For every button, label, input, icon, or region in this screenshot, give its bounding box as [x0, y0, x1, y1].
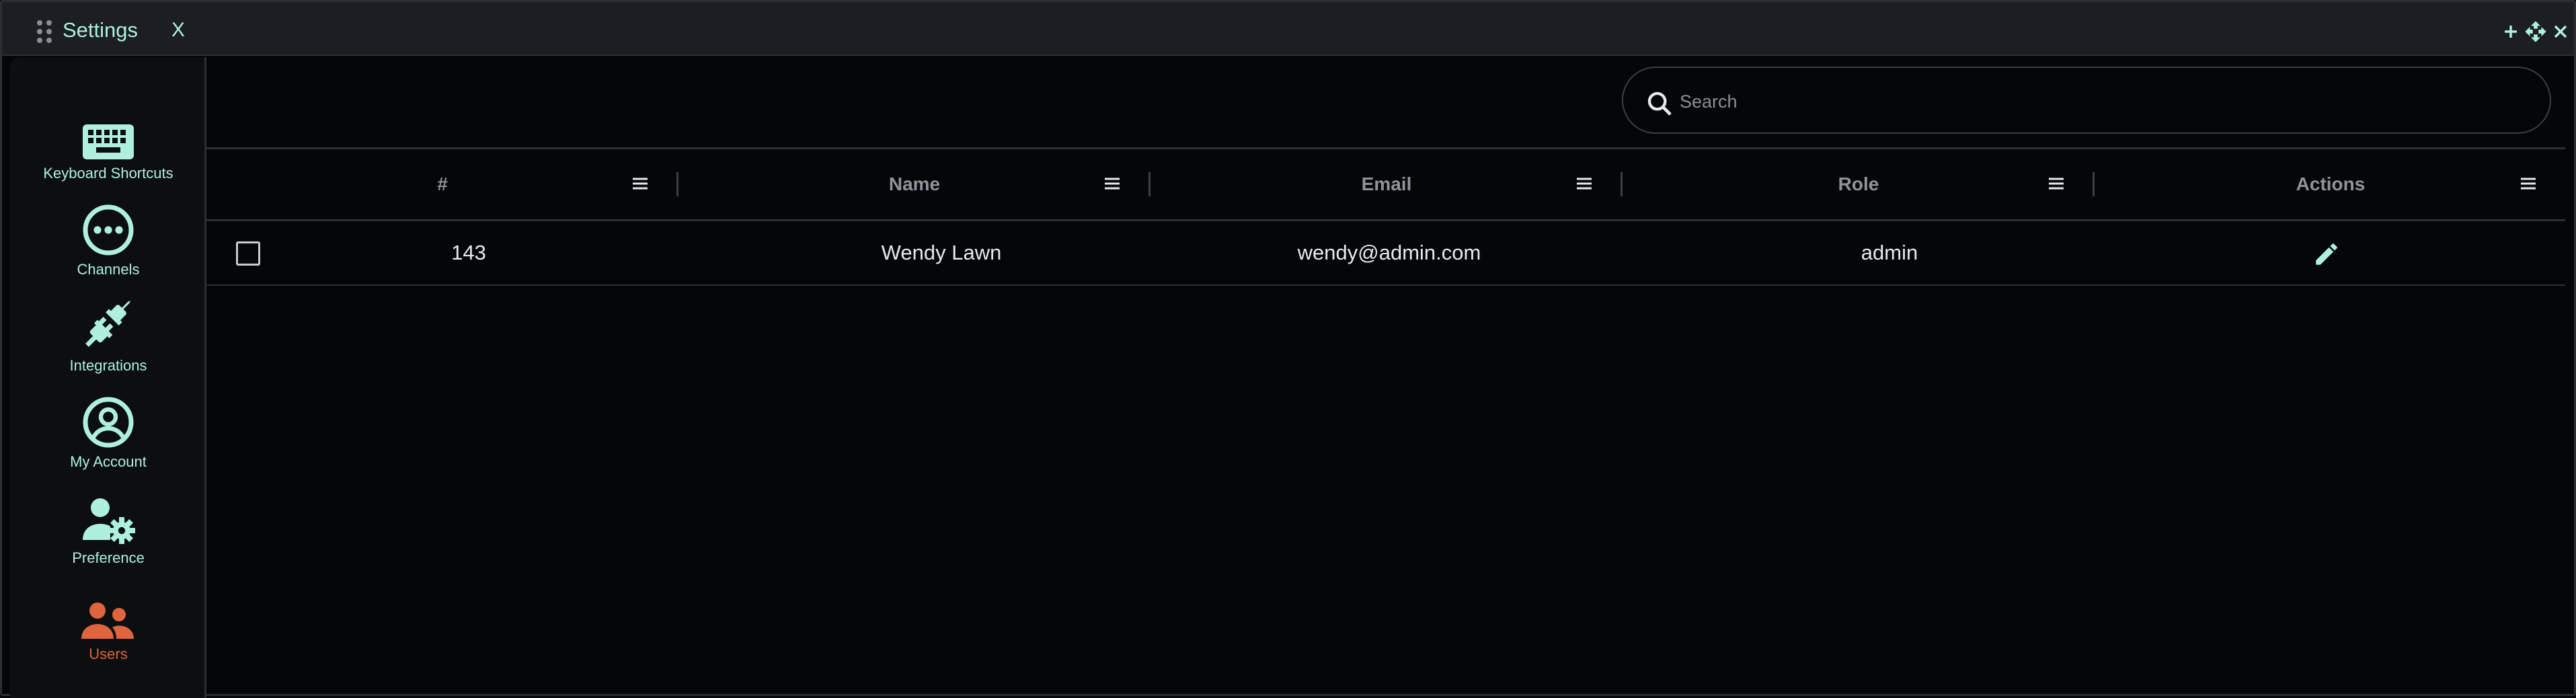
users-table: # Name Email Role Actions 143 Wendy Lawn… [206, 147, 2565, 286]
sidebar-item-label: My Account [70, 453, 147, 470]
settings-sidebar: Keyboard Shortcuts Channels Integrations [10, 57, 206, 698]
column-header-label: Name [888, 173, 941, 194]
column-header-label: Email [1361, 173, 1412, 194]
column-menu-icon[interactable] [2520, 176, 2537, 191]
column-header-name[interactable]: Name [678, 149, 1150, 219]
more-dots-circle-icon [83, 204, 134, 256]
users-icon [81, 603, 134, 639]
sidebar-item-preference[interactable]: Preference [10, 489, 206, 576]
sidebar-item-label: Preference [72, 549, 145, 566]
sidebar-item-integrations[interactable]: Integrations [10, 297, 206, 384]
keyboard-icon [83, 124, 134, 159]
window-title: Settings [63, 18, 139, 42]
users-panel: # Name Email [206, 57, 2572, 698]
cell-role: admin [1861, 241, 1918, 264]
sidebar-item-keyboard-shortcuts[interactable]: Keyboard Shortcuts [10, 104, 206, 192]
table-header: # Name Email Role Actions [206, 147, 2565, 221]
sidebar-item-channels[interactable]: Channels [10, 200, 206, 288]
cell-id: 143 [451, 241, 486, 264]
column-header-id[interactable]: # [206, 149, 678, 219]
title-close-button[interactable]: X [171, 17, 185, 44]
column-menu-icon[interactable] [631, 176, 649, 191]
sidebar-item-label: Users [89, 646, 128, 662]
search-icon [1647, 91, 1672, 116]
plus-icon[interactable] [2503, 24, 2519, 40]
edit-icon[interactable] [2312, 240, 2341, 268]
settings-window: Settings X Keyboard Shortcuts Channels I… [0, 0, 2576, 698]
user-settings-icon [83, 498, 135, 544]
column-header-label: Actions [2296, 173, 2366, 194]
column-header-role[interactable]: Role [1623, 149, 2095, 219]
search-input[interactable] [1680, 87, 2487, 116]
search-bar[interactable] [1622, 67, 2551, 134]
account-circle-icon [83, 397, 134, 448]
column-header-label: Role [1838, 173, 1879, 194]
drag-handle-icon[interactable] [37, 20, 54, 43]
column-header-label: # [437, 173, 448, 194]
table-row[interactable]: 143 Wendy Lawn wendy@admin.com admin [206, 221, 2565, 286]
column-menu-icon[interactable] [2047, 176, 2065, 191]
sidebar-item-label: Integrations [69, 357, 147, 374]
window-actions [2503, 18, 2569, 45]
sidebar-item-label: Keyboard Shortcuts [43, 165, 173, 182]
title-bar: Settings X [2, 2, 2574, 56]
column-header-email[interactable]: Email [1150, 149, 1623, 219]
plug-icon [85, 300, 131, 347]
sidebar-item-users[interactable]: Users [10, 585, 206, 672]
cell-email: wendy@admin.com [1297, 241, 1481, 264]
column-menu-icon[interactable] [1103, 176, 1121, 191]
column-menu-icon[interactable] [1575, 176, 1593, 191]
sidebar-item-my-account[interactable]: My Account [10, 393, 206, 480]
close-icon[interactable] [2552, 24, 2569, 40]
column-header-actions[interactable]: Actions [2095, 149, 2567, 219]
move-icon[interactable] [2524, 20, 2547, 43]
cell-name: Wendy Lawn [881, 241, 1002, 264]
sidebar-item-label: Channels [77, 261, 140, 278]
